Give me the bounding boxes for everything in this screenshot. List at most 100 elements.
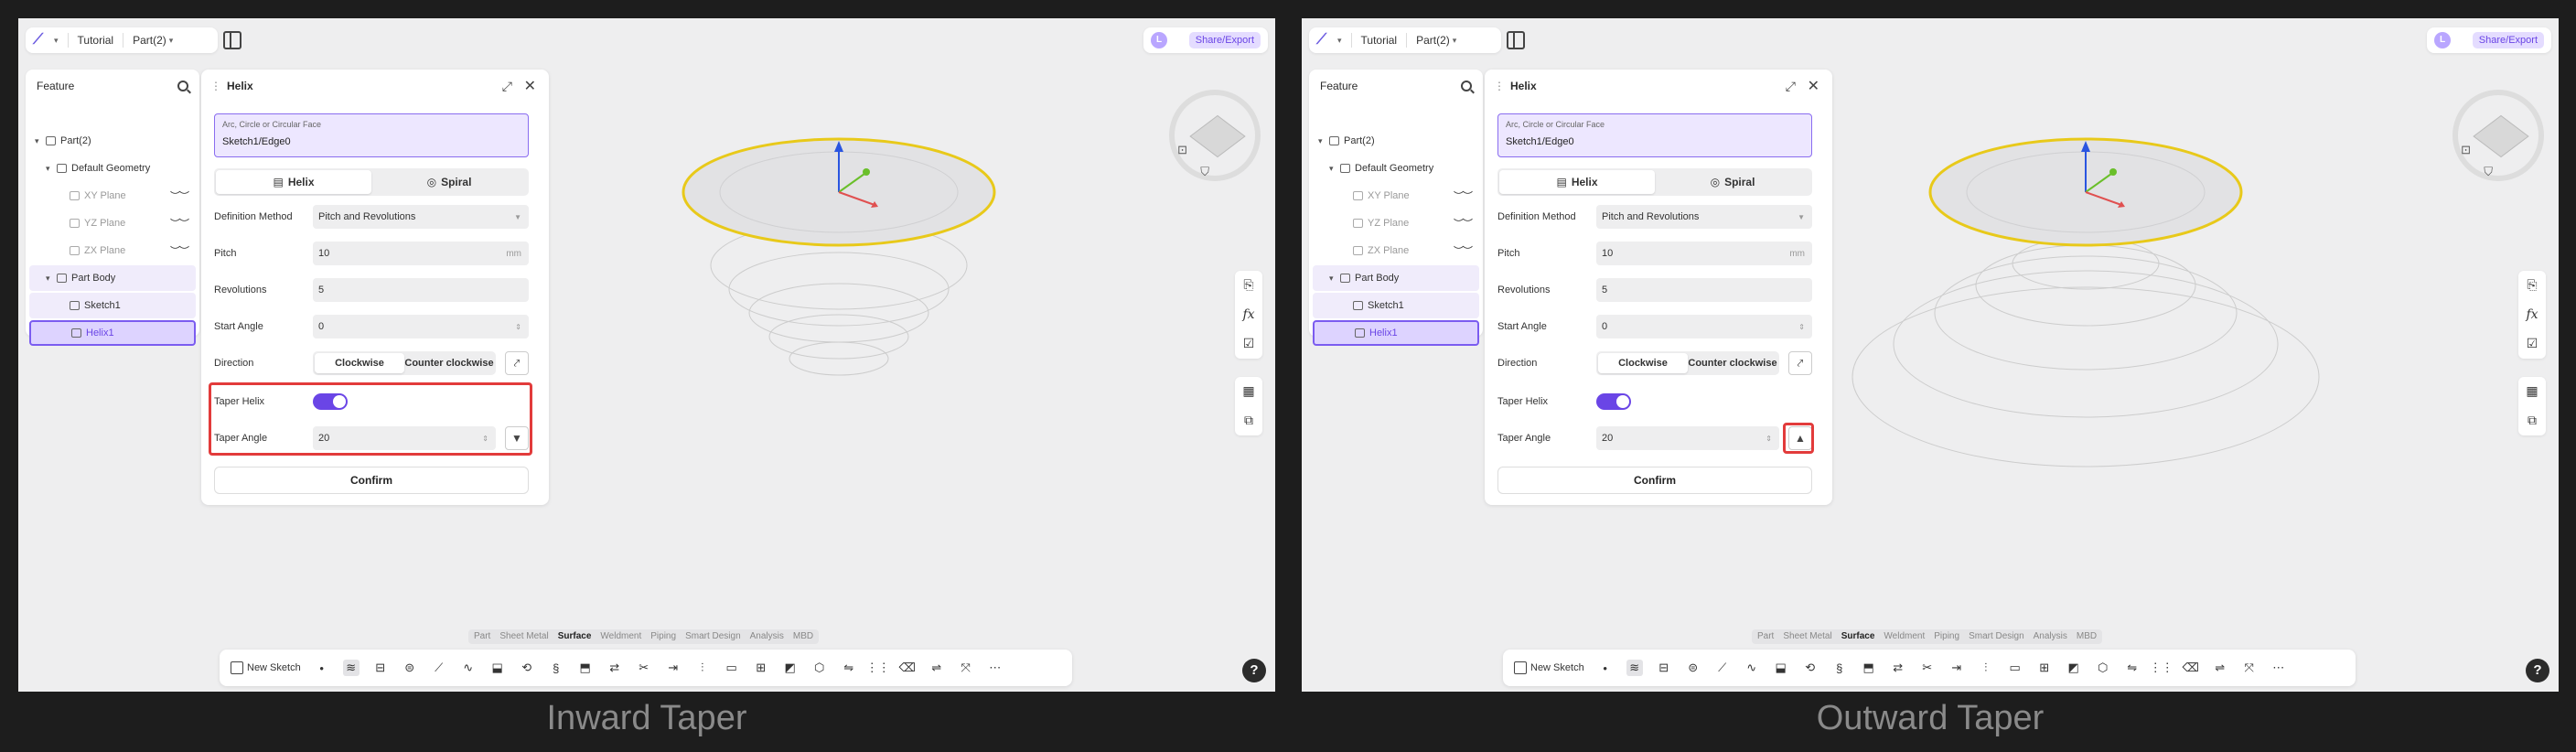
start-angle-input[interactable]: 0 ⇕ (1596, 315, 1812, 338)
helix-tool-icon[interactable]: ≋ (1626, 660, 1643, 676)
drag-handle-icon[interactable]: ⋮ (210, 80, 221, 92)
close-icon[interactable]: ✕ (1808, 77, 1819, 95)
split-icon[interactable]: ⫶ (1978, 660, 1994, 676)
revolutions-input[interactable]: 5 (313, 278, 529, 302)
tree-item[interactable]: ZX Plane ︶︶ (1313, 238, 1479, 263)
tab-workbench[interactable]: Weldment (1884, 631, 1925, 642)
fill-icon[interactable]: ⬒ (577, 660, 594, 676)
app-logo-icon[interactable]: ⟋ (1316, 31, 1335, 49)
helix-tool-icon[interactable]: ≋ (342, 660, 360, 676)
helix-mode-button[interactable]: ▤ Helix (216, 170, 371, 194)
tab-workbench[interactable]: Surface (1841, 631, 1875, 642)
stepper-icon[interactable]: ⇕ (1798, 323, 1805, 331)
mirror-icon[interactable]: ⇋ (841, 660, 857, 676)
fit-view-icon[interactable]: ⊡ (2461, 143, 2471, 157)
reverse-direction-icon[interactable]: ⤤ (505, 351, 529, 375)
part-name[interactable]: Part(2) (1416, 34, 1450, 47)
panel-layout-icon[interactable] (1507, 31, 1525, 49)
stepper-icon[interactable]: ⇕ (1766, 435, 1772, 443)
helix-mode-button[interactable]: ▤ Helix (1499, 170, 1655, 194)
table-icon[interactable]: ▦ (2526, 377, 2538, 406)
pattern-icon[interactable]: ⋮⋮ (866, 660, 890, 676)
confirm-button[interactable]: Confirm (214, 467, 529, 494)
drag-handle-icon[interactable]: ⋮ (1494, 80, 1505, 92)
cube-icon[interactable] (2473, 114, 2529, 158)
help-button[interactable]: ? (1242, 659, 1266, 682)
point-icon[interactable]: • (314, 660, 330, 676)
replace-face-icon[interactable]: ⇌ (2212, 660, 2228, 676)
chevron-down-icon[interactable]: ▾ (1453, 36, 1457, 46)
table-icon[interactable]: ▦ (1242, 377, 1254, 406)
delete-face-icon[interactable]: ⌫ (899, 660, 916, 676)
move-face-icon[interactable]: ⤧ (2241, 660, 2258, 676)
knit-icon[interactable]: ⊞ (2036, 660, 2053, 676)
tree-item[interactable]: ▾ Part(2) (29, 128, 196, 154)
delete-face-icon[interactable]: ⌫ (2183, 660, 2199, 676)
function-icon[interactable]: fx (2526, 300, 2538, 329)
thicken-icon[interactable]: ▭ (2007, 660, 2023, 676)
chevron-down-icon[interactable]: ▾ (1318, 136, 1329, 146)
extrude-icon[interactable]: ⊟ (1656, 660, 1672, 676)
section-icon[interactable]: ⧉ (2528, 406, 2537, 435)
tree-item[interactable]: Sketch1 (29, 293, 196, 318)
clockwise-button[interactable]: Clockwise (1598, 353, 1688, 373)
selection-field[interactable]: Arc, Circle or Circular Face Sketch1/Edg… (214, 113, 529, 157)
offset-icon[interactable]: ⇄ (606, 660, 623, 676)
surface-icon[interactable]: ⬓ (1773, 660, 1789, 676)
tree-item[interactable]: YZ Plane ︶︶ (29, 210, 196, 236)
project-name[interactable]: Tutorial (78, 34, 114, 47)
taper-angle-input[interactable]: 20 ⇕ (1596, 426, 1779, 450)
chevron-down-icon[interactable]: ▾ (35, 136, 46, 146)
tree-item[interactable]: XY Plane ︶︶ (29, 183, 196, 209)
spiral-mode-button[interactable]: ◎ Spiral (1655, 170, 1810, 194)
selection-field[interactable]: Arc, Circle or Circular Face Sketch1/Edg… (1497, 113, 1812, 157)
avatar[interactable]: L (1151, 32, 1167, 48)
tree-item[interactable]: XY Plane ︶︶ (1313, 183, 1479, 209)
view-settings-icon[interactable]: ⛉ (1200, 165, 1209, 179)
new-sketch-button[interactable]: New Sketch (231, 661, 301, 674)
offset-icon[interactable]: ⇄ (1890, 660, 1906, 676)
tab-workbench[interactable]: Smart Design (685, 631, 741, 642)
search-icon[interactable] (1461, 81, 1472, 91)
stepper-icon[interactable]: ⇕ (515, 323, 521, 331)
app-logo-icon[interactable]: ⟋ (33, 31, 51, 49)
revolve-icon[interactable]: ⊜ (402, 660, 418, 676)
more-tools-icon[interactable]: ⋯ (987, 660, 1004, 676)
tab-workbench[interactable]: Smart Design (1969, 631, 2024, 642)
part-name[interactable]: Part(2) (133, 34, 166, 47)
3d-viewport[interactable] (1851, 73, 2509, 549)
replace-face-icon[interactable]: ⇌ (928, 660, 945, 676)
tab-workbench[interactable]: Sheet Metal (499, 631, 548, 642)
tree-item[interactable]: ZX Plane ︶︶ (29, 238, 196, 263)
check-icon[interactable]: ☑ (2527, 329, 2538, 359)
3d-viewport[interactable] (567, 73, 1226, 549)
extend-icon[interactable]: ⇥ (1948, 660, 1965, 676)
fill-icon[interactable]: ⬒ (1861, 660, 1877, 676)
tab-workbench[interactable]: Piping (1934, 631, 1959, 642)
tree-item[interactable]: Helix1 (29, 320, 196, 346)
tree-item[interactable]: Sketch1 (1313, 293, 1479, 318)
new-sketch-button[interactable]: New Sketch (1514, 661, 1584, 674)
trim-icon[interactable]: ✂ (636, 660, 652, 676)
measure-icon[interactable]: ⎘ (2527, 271, 2537, 300)
thicken-icon[interactable]: ▭ (724, 660, 740, 676)
blend-icon[interactable]: ⬡ (811, 660, 828, 676)
pitch-input[interactable]: 10 mm (1596, 242, 1812, 265)
visibility-icon[interactable]: ︶︶ (170, 188, 189, 203)
cube-icon[interactable] (1189, 114, 1246, 158)
tree-item[interactable]: ▾ Part Body (1313, 265, 1479, 291)
view-settings-icon[interactable]: ⛉ (2484, 165, 2493, 179)
visibility-icon[interactable]: ︶︶ (170, 243, 189, 258)
share-export-button[interactable]: Share/Export (2472, 32, 2544, 48)
tree-item[interactable]: ▾ Part Body (29, 265, 196, 291)
loft-icon[interactable]: § (548, 660, 564, 676)
knit-icon[interactable]: ⊞ (753, 660, 769, 676)
view-cube[interactable] (2453, 90, 2544, 181)
taper-helix-toggle[interactable] (1596, 393, 1631, 410)
pin-icon[interactable]: ⤢ (1786, 79, 1796, 94)
confirm-button[interactable]: Confirm (1497, 467, 1812, 494)
reverse-direction-icon[interactable]: ⤤ (1788, 351, 1812, 375)
tab-workbench[interactable]: Analysis (2034, 631, 2067, 642)
split-icon[interactable]: ⫶ (694, 660, 711, 676)
start-angle-input[interactable]: 0 ⇕ (313, 315, 529, 338)
